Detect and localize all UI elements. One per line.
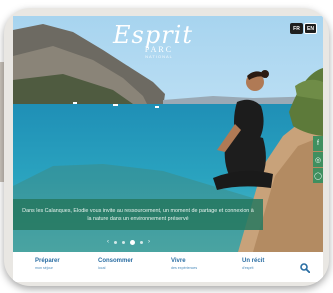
nav-item-vivre[interactable]: Vivre des expériences	[171, 257, 197, 279]
slider-prev-button[interactable]: ‹	[107, 239, 109, 245]
nav-item-title: Préparer	[35, 258, 60, 264]
search-icon[interactable]	[300, 263, 310, 273]
slider-dot-active[interactable]	[130, 239, 135, 245]
nav-item-title: Consommer	[98, 258, 134, 264]
website-screen: Esprit PARC NATIONAL FR EN f ◎ ◯ Dans le…	[13, 16, 323, 282]
lang-fr-button[interactable]: FR	[290, 23, 303, 34]
nav-item-subtitle: d'esprit	[242, 266, 254, 270]
nav-item-consommer[interactable]: Consommer local	[98, 257, 133, 279]
share-icon[interactable]: ◯	[313, 168, 323, 183]
hero-photo: Esprit PARC NATIONAL FR EN f ◎ ◯ Dans le…	[13, 16, 323, 252]
slider-next-button[interactable]: ›	[148, 239, 150, 245]
nav-item-preparer[interactable]: Préparer mon séjour	[35, 257, 60, 279]
device-frame: Esprit PARC NATIONAL FR EN f ◎ ◯ Dans le…	[4, 8, 329, 286]
slider-controls: ‹ ›	[107, 238, 150, 246]
nav-item-title: Vivre	[171, 258, 186, 264]
nav-item-subtitle: local	[98, 266, 106, 270]
slider-dot[interactable]	[122, 240, 125, 244]
site-logo[interactable]: Esprit PARC NATIONAL	[113, 22, 192, 68]
facebook-icon[interactable]: f	[313, 136, 323, 151]
logo-subtitle: NATIONAL	[145, 54, 173, 59]
main-nav: Préparer mon séjour Consommer local Vivr…	[13, 252, 323, 282]
nav-item-title: Un récit	[242, 258, 265, 264]
nav-item-subtitle: des expériences	[171, 266, 198, 270]
nav-item-subtitle: mon séjour	[35, 266, 53, 270]
instagram-icon[interactable]: ◎	[313, 152, 323, 167]
hero-caption: Dans les Calanques, Elodie vous invite a…	[13, 199, 263, 230]
lang-en-button[interactable]: EN	[304, 23, 317, 34]
slider-dot[interactable]	[114, 240, 117, 244]
nav-item-un-recit[interactable]: Un récit d'esprit	[242, 257, 264, 279]
slider-dot[interactable]	[140, 240, 143, 244]
